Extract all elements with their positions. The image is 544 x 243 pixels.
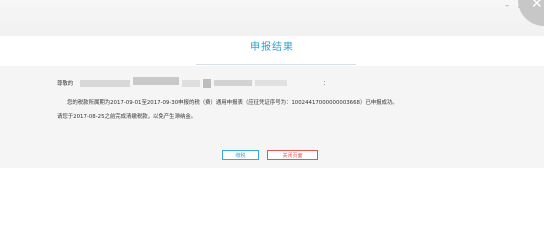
close-icon[interactable]: ✕ (531, 0, 543, 11)
result-message-line: 您的税款所属期为2017-09-01至2017-09-30申报的税（费）通用申报… (67, 100, 398, 106)
redacted-name-block (80, 80, 130, 87)
greeting-prefix: 尊敬的 (57, 81, 74, 87)
page: – □ ✕ 申报结果 尊敬的 ： 您的税款所属期为2017-09-01至2017… (0, 0, 544, 243)
redacted-name-block (255, 80, 287, 86)
top-toolbar (0, 0, 544, 36)
minimize-icon[interactable]: – (505, 2, 509, 10)
payment-deadline-line: 请您于2017-08-25之前完成清缴税款，以免产生滞纳金。 (57, 114, 197, 120)
title-divider (196, 64, 356, 65)
redacted-name-block (133, 77, 179, 85)
redacted-name-block (214, 80, 252, 86)
greeting-suffix: ： (323, 81, 329, 87)
close-page-button[interactable]: 关闭页面 (267, 150, 318, 160)
redacted-name-block (203, 79, 211, 88)
pay-tax-button[interactable]: 缴税 (222, 150, 259, 160)
redacted-name-block (182, 80, 200, 87)
page-title: 申报结果 (250, 42, 294, 53)
